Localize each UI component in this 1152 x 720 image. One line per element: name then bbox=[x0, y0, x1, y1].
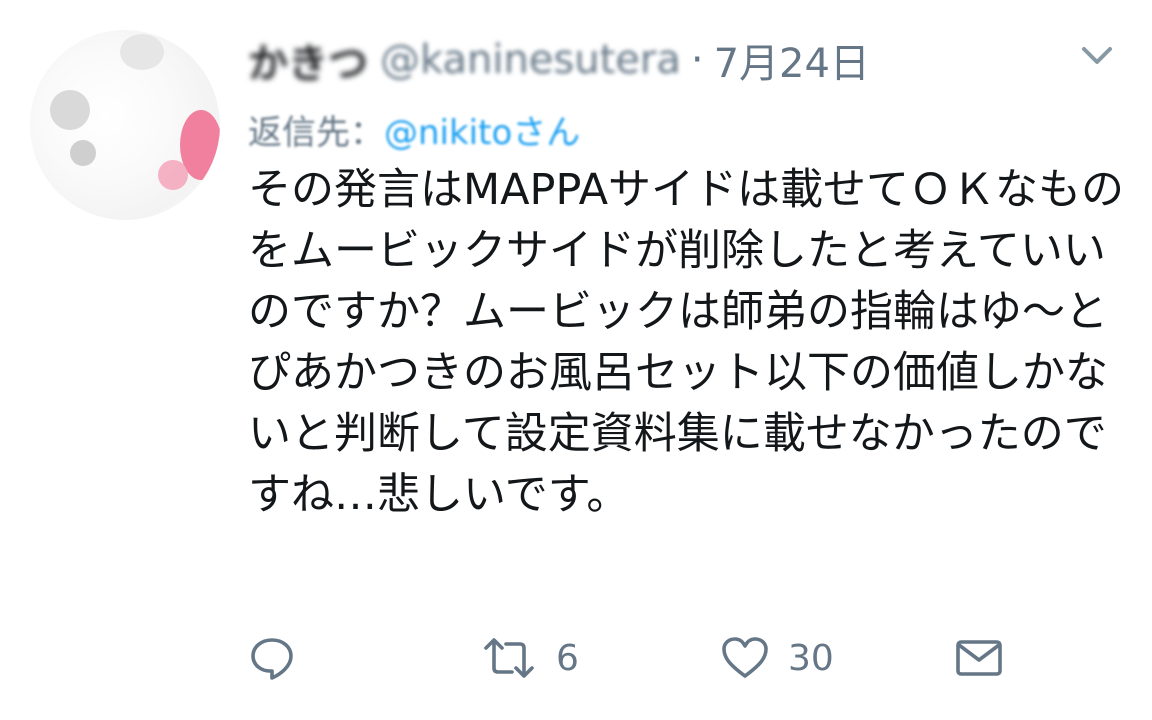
tweet-date[interactable]: 7月24日 bbox=[714, 31, 870, 89]
separator-dot: · bbox=[690, 37, 704, 83]
direct-message-button[interactable] bbox=[954, 626, 1004, 690]
retweet-icon bbox=[480, 634, 538, 682]
heart-icon bbox=[720, 634, 770, 682]
tweet-text: その発言はMAPPAサイドは載せてＯＫなものをムービックサイドが削除したと考えて… bbox=[248, 165, 1125, 520]
chevron-down-icon[interactable] bbox=[1078, 40, 1116, 70]
retweet-count: 6 bbox=[556, 637, 579, 679]
action-bar: 6 30 bbox=[248, 626, 1048, 690]
avatar-detail bbox=[70, 140, 96, 166]
tweet-card[interactable]: かきつ @kaninesutera · 7月24日 返信先： @nikitoさん… bbox=[0, 0, 1152, 720]
retweet-button[interactable]: 6 bbox=[480, 626, 579, 690]
like-button[interactable]: 30 bbox=[720, 626, 834, 690]
envelope-icon bbox=[954, 634, 1004, 682]
reply-button[interactable] bbox=[248, 626, 296, 690]
display-name[interactable]: かきつ bbox=[248, 31, 368, 89]
like-count: 30 bbox=[788, 637, 834, 679]
reply-to-link[interactable]: @nikitoさん bbox=[384, 105, 580, 154]
reply-prefix: 返信先： bbox=[248, 112, 384, 153]
user-handle[interactable]: @kaninesutera bbox=[380, 37, 681, 83]
reply-icon bbox=[248, 634, 296, 682]
avatar-detail bbox=[50, 90, 90, 130]
avatar[interactable] bbox=[30, 30, 220, 220]
avatar-detail bbox=[158, 160, 188, 190]
tweet-header: かきつ @kaninesutera · 7月24日 bbox=[248, 30, 870, 90]
reply-context: 返信先： @nikitoさん bbox=[248, 104, 580, 154]
avatar-detail bbox=[120, 34, 164, 70]
